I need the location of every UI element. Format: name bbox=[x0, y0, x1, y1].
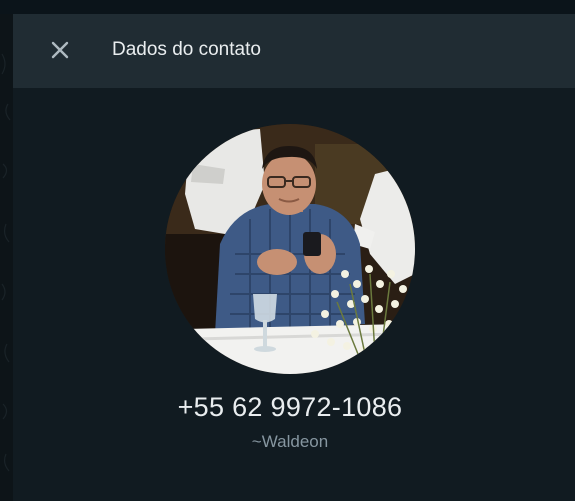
contact-photo bbox=[165, 124, 415, 374]
contact-phone-number: +55 62 9972-1086 bbox=[177, 392, 403, 422]
top-strip bbox=[0, 0, 575, 14]
panel-title: Dados do contato bbox=[112, 39, 261, 60]
contact-avatar[interactable] bbox=[165, 124, 415, 374]
panel-header: Dados do contato bbox=[13, 14, 575, 88]
contact-push-name: ~Waldeon bbox=[251, 432, 329, 451]
close-icon[interactable] bbox=[51, 41, 69, 64]
panel-body: +55 62 9972-1086 ~Waldeon bbox=[13, 88, 575, 501]
close-button[interactable] bbox=[46, 38, 74, 66]
chat-background-edge bbox=[0, 14, 14, 501]
contact-info-panel: Dados do contato +55 62 9972-1086 ~Walde… bbox=[13, 14, 575, 501]
